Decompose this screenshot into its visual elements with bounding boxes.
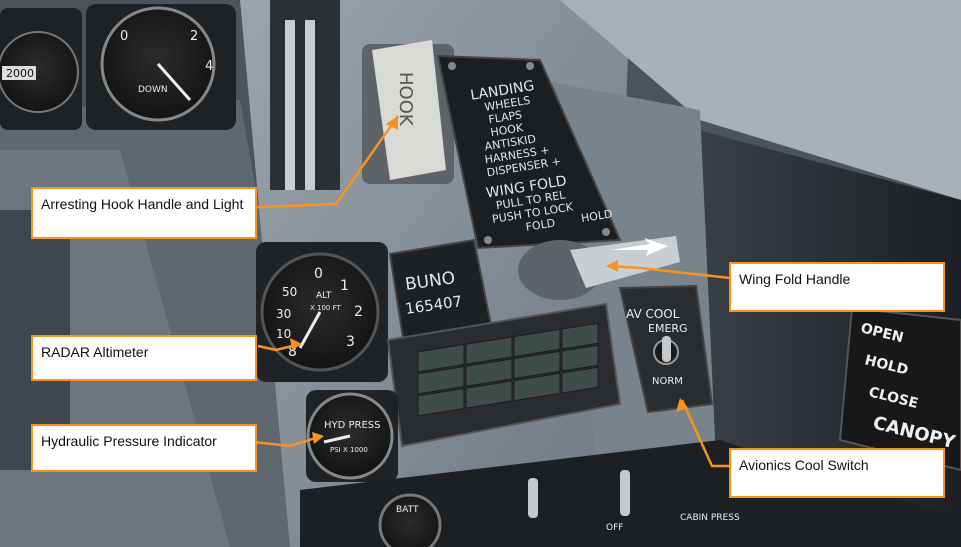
callout-arresting-hook-text: Arresting Hook Handle and Light <box>41 196 244 212</box>
svg-text:BATT: BATT <box>396 505 419 515</box>
svg-text:3: 3 <box>346 334 355 350</box>
callout-arresting-hook: Arresting Hook Handle and Light <box>31 187 257 239</box>
svg-text:NORM: NORM <box>652 376 683 387</box>
svg-text:2: 2 <box>190 29 198 44</box>
svg-text:EMERG: EMERG <box>648 322 688 335</box>
svg-text:HYD PRESS: HYD PRESS <box>324 420 381 431</box>
svg-text:50: 50 <box>282 285 297 299</box>
callout-avionics-cool-text: Avionics Cool Switch <box>739 457 869 473</box>
svg-text:OFF: OFF <box>606 523 623 533</box>
svg-text:AV COOL: AV COOL <box>626 307 680 321</box>
svg-text:PSI X 1000: PSI X 1000 <box>330 446 368 454</box>
callout-radar-altimeter-text: RADAR Altimeter <box>41 344 149 360</box>
svg-text:0: 0 <box>314 266 323 282</box>
callout-wing-fold-handle: Wing Fold Handle <box>729 262 945 312</box>
callout-hydraulic-pressure: Hydraulic Pressure Indicator <box>31 424 257 472</box>
svg-text:X 100 FT: X 100 FT <box>310 304 342 312</box>
radar-altimeter-gauge: 0 1 2 3 50 30 10 8 ALT X 100 FT <box>256 242 388 382</box>
svg-text:ALT: ALT <box>316 291 332 301</box>
svg-text:DOWN: DOWN <box>138 85 168 95</box>
svg-text:HOOK: HOOK <box>395 72 416 127</box>
cockpit-screenshot: 2000 0 2 4 DOWN HOOK LANDING WHEELS FLAPS H… <box>0 0 961 547</box>
svg-text:2000: 2000 <box>6 67 34 80</box>
callout-avionics-cool: Avionics Cool Switch <box>729 448 945 498</box>
hook-label: HOOK <box>395 72 416 127</box>
svg-text:0: 0 <box>120 29 128 44</box>
svg-text:10: 10 <box>276 327 291 341</box>
svg-text:2: 2 <box>354 304 363 320</box>
vertical-speed-gauge: 0 2 4 DOWN <box>86 4 236 130</box>
callout-wing-fold-text: Wing Fold Handle <box>739 271 851 287</box>
svg-text:CABIN PRESS: CABIN PRESS <box>680 513 740 523</box>
svg-text:1: 1 <box>340 278 349 294</box>
altimeter-gauge: 2000 <box>0 8 82 130</box>
callout-radar-altimeter: RADAR Altimeter <box>31 335 257 381</box>
svg-text:4: 4 <box>205 59 213 74</box>
svg-text:30: 30 <box>276 307 291 321</box>
callout-hydraulic-pressure-text: Hydraulic Pressure Indicator <box>41 433 217 449</box>
